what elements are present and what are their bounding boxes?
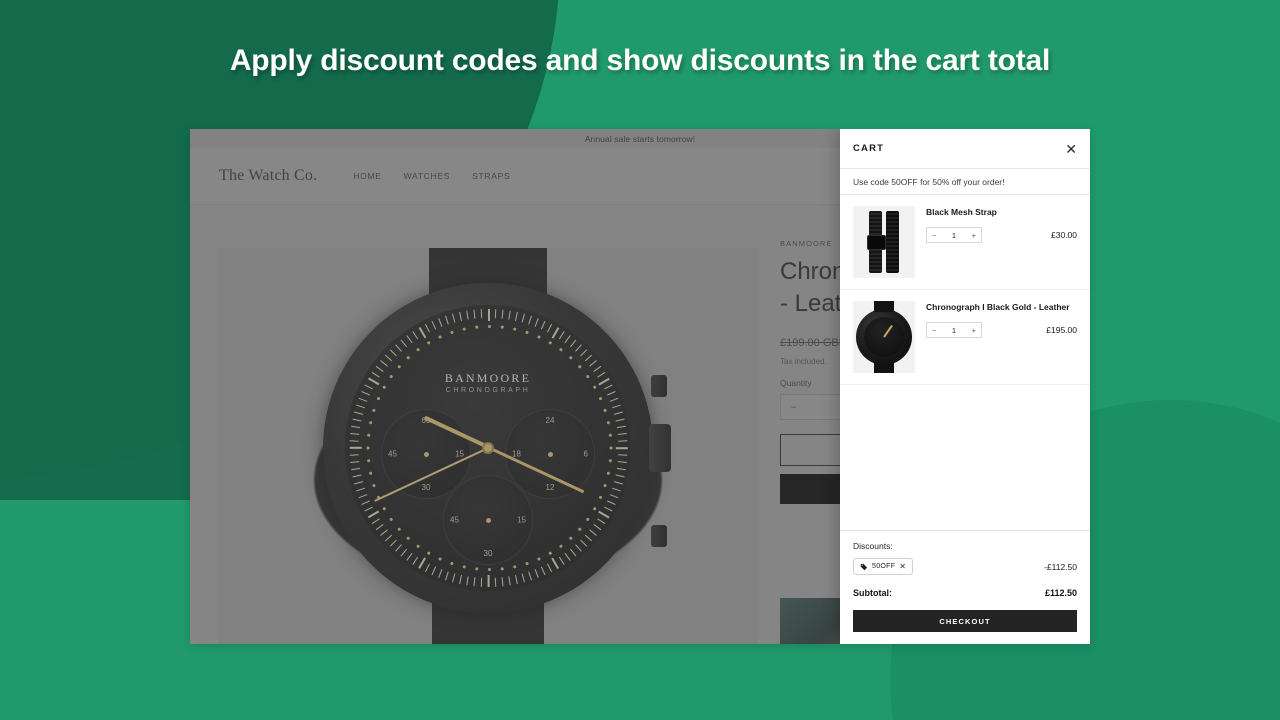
- cart-line-item: Black Mesh Strap − 1 + £30.00: [840, 195, 1090, 290]
- browser-window: Annual sale starts tomorrow! The Watch C…: [190, 129, 1090, 644]
- cart-item-name[interactable]: Black Mesh Strap: [926, 206, 1077, 218]
- cart-item-quantity-value: 1: [951, 230, 957, 240]
- cart-line-item: Chronograph I Black Gold - Leather − 1 +…: [840, 290, 1090, 385]
- cart-item-increment-button[interactable]: +: [972, 326, 976, 335]
- nav-item-home[interactable]: HOME: [353, 171, 381, 181]
- chronograph-watch-thumbnail[interactable]: [853, 301, 915, 373]
- announcement-text: Annual sale starts tomorrow!: [584, 133, 696, 144]
- subdial-bottom-15: 15: [517, 515, 526, 525]
- subdial-right-pivot: [547, 451, 553, 457]
- nav-item-straps[interactable]: STRAPS: [472, 171, 510, 181]
- cart-item-name[interactable]: Chronograph I Black Gold - Leather: [926, 301, 1077, 313]
- remove-discount-icon[interactable]: ✕: [899, 562, 906, 571]
- cart-item-quantity-value: 1: [951, 325, 957, 335]
- discount-row: 50OFF ✕ -£112.50: [853, 558, 1077, 575]
- tag-icon: [860, 563, 868, 570]
- watch-thumb-dial: [856, 301, 912, 373]
- watch-photo: BANMOORE CHRONOGRAPH 60 45 15 30: [218, 248, 758, 644]
- mesh-strap-thumbnail[interactable]: [853, 206, 915, 278]
- subdial-left-pivot: [423, 451, 429, 457]
- cart-promo-note: Use code 50OFF for 50% off your order!: [840, 169, 1090, 195]
- cart-item-price: £195.00: [1046, 325, 1077, 336]
- cart-drawer: CART ✕ Use code 50OFF for 50% off your o…: [840, 129, 1090, 644]
- discount-code-text: 50OFF: [872, 563, 896, 570]
- discount-amount: -£112.50: [1044, 561, 1077, 572]
- hands-pivot: [482, 442, 494, 454]
- page-title: Apply discount codes and show discounts …: [229, 44, 1051, 77]
- dial-subtitle-text: CHRONOGRAPH: [445, 387, 531, 394]
- cart-item-increment-button[interactable]: +: [972, 231, 976, 240]
- watch-thumb-strap-bottom: [874, 362, 894, 373]
- discount-chip[interactable]: 50OFF ✕: [853, 558, 914, 575]
- mesh-strap-band-right: [886, 211, 899, 273]
- subdial-left-30: 30: [421, 483, 431, 492]
- product-gallery-image[interactable]: BANMOORE CHRONOGRAPH 60 45 15 30: [218, 248, 758, 644]
- subdial-right-6: 6: [583, 449, 588, 459]
- main-navigation: HOME WATCHES STRAPS: [353, 171, 510, 181]
- cart-item-list: Black Mesh Strap − 1 + £30.00 Chronograp…: [840, 195, 1090, 530]
- subdial-left-45: 45: [388, 449, 397, 459]
- checkout-button[interactable]: CHECKOUT: [853, 610, 1077, 632]
- subdial-bottom-45: 45: [450, 515, 459, 525]
- store-logo[interactable]: The Watch Co.: [219, 167, 317, 185]
- watch-pusher-bottom: [651, 525, 667, 547]
- watch-pusher-top: [651, 375, 667, 398]
- cart-item-quantity-stepper[interactable]: − 1 +: [926, 227, 982, 244]
- subtotal-row: Subtotal: £112.50: [853, 588, 1077, 598]
- cart-header: CART ✕: [840, 129, 1090, 169]
- nav-item-watches[interactable]: WATCHES: [404, 171, 450, 181]
- cart-item-decrement-button[interactable]: −: [932, 231, 936, 240]
- cart-item-quantity-stepper[interactable]: − 1 +: [926, 322, 982, 339]
- subdial-bottom-pivot: [485, 517, 491, 523]
- subdial-right: 24 18 6 12: [505, 409, 595, 499]
- dial-brand-text: BANMOORE: [444, 371, 532, 385]
- subdial-right-24: 24: [545, 416, 555, 425]
- cart-summary: Discounts: 50OFF ✕ -£112.50 Subtotal: £1…: [840, 530, 1090, 644]
- close-icon[interactable]: ✕: [1065, 142, 1077, 156]
- cart-item-price: £30.00: [1051, 230, 1077, 241]
- mesh-strap-band-left: [867, 211, 886, 273]
- subdial-left-15: 15: [455, 449, 464, 459]
- watch-crown: [649, 424, 671, 472]
- cart-item-decrement-button[interactable]: −: [932, 326, 936, 335]
- subdial-bottom: 45 15 30: [443, 475, 533, 565]
- watch-dial: BANMOORE CHRONOGRAPH 60 45 15 30: [345, 305, 631, 591]
- watch-case: BANMOORE CHRONOGRAPH 60 45 15 30: [323, 283, 671, 613]
- watch-thumb-strap-top: [874, 301, 894, 312]
- subtotal-label: Subtotal:: [853, 588, 892, 598]
- cart-promo-text: Use code 50OFF for 50% off your order!: [853, 176, 1005, 187]
- subdial-bottom-30: 30: [483, 549, 493, 558]
- cart-title: CART: [853, 143, 885, 154]
- subdial-right-12: 12: [545, 483, 555, 492]
- discounts-label: Discounts:: [853, 541, 893, 551]
- screenshot-root: Apply discount codes and show discounts …: [0, 0, 1280, 720]
- quantity-decrement-button[interactable]: −: [791, 402, 796, 412]
- subtotal-amount: £112.50: [1044, 588, 1077, 598]
